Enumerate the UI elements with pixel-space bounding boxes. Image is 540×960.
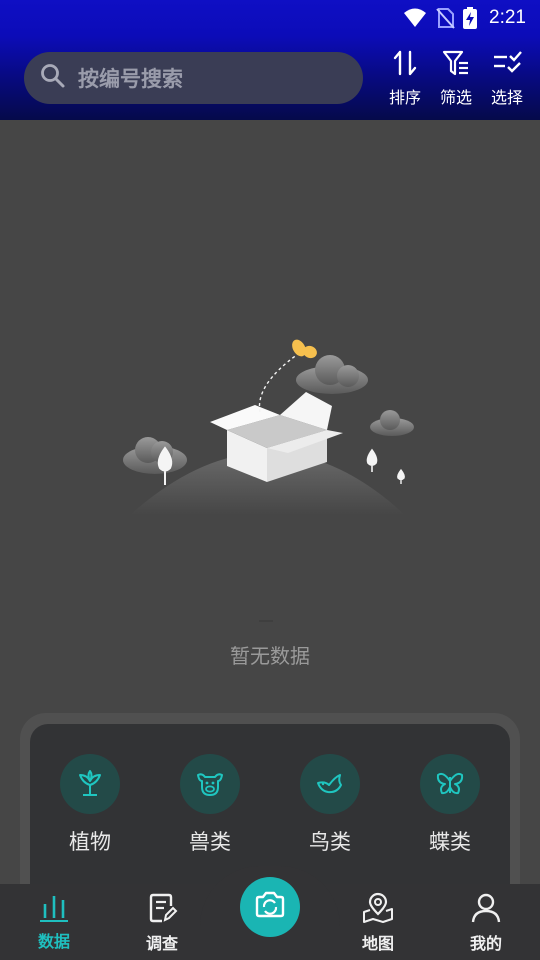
survey-edit-icon bbox=[146, 892, 178, 928]
empty-message: 暂无数据 bbox=[230, 644, 310, 668]
sort-icon bbox=[390, 48, 420, 82]
category-label: 蝶类 bbox=[429, 830, 471, 854]
search-input[interactable]: 按编号搜索 bbox=[24, 52, 363, 104]
filter-button[interactable]: 筛选 bbox=[434, 48, 478, 110]
nav-label: 我的 bbox=[469, 934, 502, 953]
no-sim-icon bbox=[435, 7, 455, 29]
select-button[interactable]: 选择 bbox=[485, 48, 529, 110]
filter-label: 筛选 bbox=[439, 88, 472, 107]
mammal-icon bbox=[180, 754, 240, 814]
category-label: 兽类 bbox=[189, 830, 231, 854]
map-pin-icon bbox=[361, 892, 395, 928]
category-bird[interactable]: 鸟类 bbox=[300, 754, 360, 856]
select-label: 选择 bbox=[490, 88, 523, 107]
search-icon bbox=[40, 63, 66, 93]
wifi-icon bbox=[403, 8, 427, 28]
select-check-icon bbox=[491, 48, 523, 82]
category-mammal[interactable]: 兽类 bbox=[180, 754, 240, 856]
category-label: 植物 bbox=[69, 830, 111, 854]
butterfly-icon bbox=[420, 754, 480, 814]
battery-charging-icon bbox=[463, 7, 478, 29]
status-time: 2:21 bbox=[489, 7, 526, 28]
nav-label: 地图 bbox=[361, 934, 394, 953]
user-icon bbox=[470, 892, 502, 928]
category-plant[interactable]: 植物 bbox=[60, 754, 120, 856]
nav-label: 调查 bbox=[145, 934, 178, 953]
sort-label: 排序 bbox=[388, 88, 421, 107]
filter-icon bbox=[441, 48, 471, 82]
camera-button[interactable] bbox=[240, 877, 300, 937]
category-label: 鸟类 bbox=[309, 830, 351, 854]
sort-button[interactable]: 排序 bbox=[383, 48, 427, 110]
nav-item-survey[interactable]: 调查 bbox=[132, 892, 192, 954]
nav-item-map[interactable]: 地图 bbox=[348, 892, 408, 954]
empty-box-illustration bbox=[110, 330, 430, 530]
camera-icon bbox=[253, 890, 287, 924]
category-butterfly[interactable]: 蝶类 bbox=[420, 754, 480, 856]
bird-icon bbox=[300, 754, 360, 814]
status-bar: 2:21 bbox=[0, 0, 540, 36]
nav-item-data[interactable]: 数据 bbox=[24, 892, 84, 952]
data-bars-icon bbox=[38, 892, 70, 926]
app-header: 按编号搜索 排序 筛选 选择 bbox=[0, 36, 540, 120]
search-placeholder: 按编号搜索 bbox=[78, 67, 183, 91]
empty-divider bbox=[259, 620, 273, 622]
nav-label: 数据 bbox=[37, 932, 70, 951]
nav-item-profile[interactable]: 我的 bbox=[456, 892, 516, 954]
plant-icon bbox=[60, 754, 120, 814]
